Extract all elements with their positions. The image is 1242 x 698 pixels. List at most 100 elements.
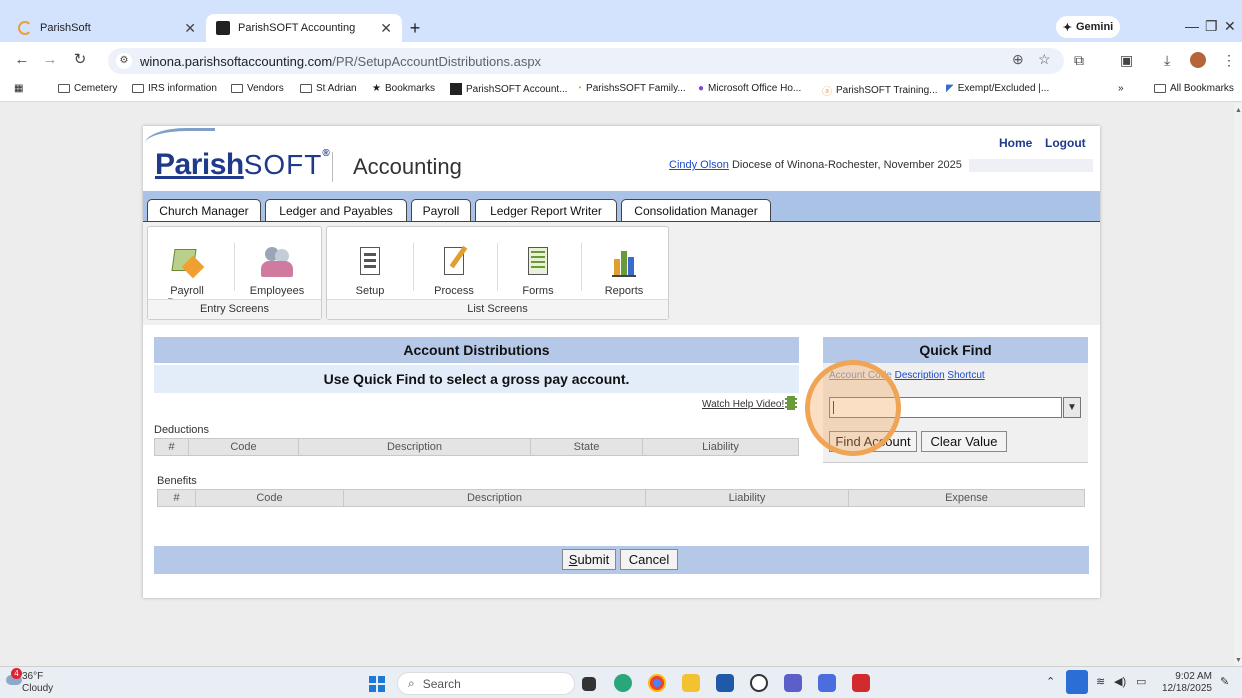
page-scrollbar[interactable]: ▲ ▼ xyxy=(1234,103,1242,666)
employees-button[interactable]: Employees xyxy=(242,245,312,305)
close-tab-icon[interactable]: ✕ xyxy=(184,20,196,37)
apps-grid-icon[interactable]: ▦ xyxy=(14,83,23,94)
file-explorer-icon[interactable] xyxy=(682,674,700,692)
payroll-process-button[interactable]: Payroll Process xyxy=(152,245,222,309)
description-link[interactable]: Description xyxy=(895,370,945,381)
battery-icon[interactable]: ▭ xyxy=(1136,675,1146,688)
bookmark-cemetery[interactable]: Cemetery xyxy=(58,83,117,94)
forms-button[interactable]: Forms xyxy=(503,245,573,305)
restore-icon[interactable]: ❐ xyxy=(1205,18,1218,35)
forward-icon[interactable]: → xyxy=(40,50,60,70)
parishsoft-icon xyxy=(450,83,462,95)
scroll-up-icon[interactable]: ▲ xyxy=(1235,107,1242,114)
browser-tab-accounting[interactable]: ParishSOFT Accounting ✕ xyxy=(206,14,402,42)
reload-icon[interactable]: ↻ xyxy=(70,50,90,70)
close-window-icon[interactable]: ✕ xyxy=(1224,18,1236,35)
clock[interactable]: 9:02 AM 12/18/2025 xyxy=(1160,671,1212,695)
tab-search-icon[interactable]: ▣ xyxy=(1120,52,1133,69)
address-bar[interactable]: ⚙ winona.parishsoftaccounting.com /PR/Se… xyxy=(108,48,1064,74)
cancel-button[interactable]: Cancel xyxy=(620,549,678,570)
windows-start-icon[interactable] xyxy=(369,676,385,692)
clock-date: 12/18/2025 xyxy=(1161,683,1212,694)
deductions-table-header: # Code Description State Liability xyxy=(154,438,799,456)
bookmark-microsoft-office[interactable]: ● Microsoft Office Ho... xyxy=(698,83,801,94)
bookmark-st-adrian[interactable]: St Adrian xyxy=(300,83,357,94)
store-icon[interactable] xyxy=(716,674,734,692)
close-tab-icon[interactable]: ✕ xyxy=(380,20,392,37)
shortcut-link[interactable]: Shortcut xyxy=(947,370,984,381)
bookmark-label: ParishsSOFT Family... xyxy=(586,83,686,94)
browser-tab-parishsoft[interactable]: ParishSoft ✕ xyxy=(8,14,206,42)
bookmark-label: ParishSOFT Account... xyxy=(466,83,568,95)
user-name-link[interactable]: Cindy Olson xyxy=(669,159,729,171)
bookmark-bookmarks[interactable]: ★ Bookmarks xyxy=(372,83,435,94)
task-view-icon[interactable] xyxy=(582,677,596,691)
bookmark-exempt-excluded[interactable]: ◤ Exempt/Excluded |... xyxy=(946,83,1049,94)
column-header: Expense xyxy=(945,492,988,504)
extensions-icon[interactable]: ⧉ xyxy=(1074,52,1084,69)
zoom-icon[interactable]: ⊕ xyxy=(1012,51,1024,68)
module-tab-strip: Church Manager Ledger and Payables Payro… xyxy=(143,191,1100,221)
dropdown-arrow-icon[interactable]: ▼ xyxy=(1063,397,1081,418)
bookmark-parishsoft-accounting[interactable]: ParishSOFT Account... xyxy=(450,83,568,95)
bookmark-all-bookmarks[interactable]: All Bookmarks xyxy=(1154,83,1234,94)
weather-temp: 36°F xyxy=(22,671,44,682)
bookmark-irs-information[interactable]: IRS information xyxy=(132,83,217,94)
video-film-icon[interactable] xyxy=(785,396,797,410)
watch-help-video-link[interactable]: Watch Help Video! xyxy=(702,399,784,410)
minimize-icon[interactable]: — xyxy=(1185,18,1199,34)
new-tab-icon[interactable]: + xyxy=(404,18,426,40)
tab-consolidation-manager[interactable]: Consolidation Manager xyxy=(621,199,771,221)
bookmark-parishsoft-training[interactable]: ⓐ ParishSOFT Training... xyxy=(822,83,938,98)
bookmark-vendors[interactable]: Vendors xyxy=(231,83,284,94)
volume-icon[interactable]: ◀) xyxy=(1114,675,1126,688)
column-header: Liability xyxy=(702,441,739,453)
bookmark-parishsoft-family[interactable]: ◔ ParishsSOFT Family... xyxy=(576,83,686,94)
site-info-icon[interactable]: ⚙ xyxy=(116,53,132,69)
logout-link[interactable]: Logout xyxy=(1045,136,1086,150)
submit-label: ubmit xyxy=(577,552,610,567)
submit-button[interactable]: Submit xyxy=(562,549,616,570)
setup-icon xyxy=(352,245,388,279)
instruction-text: Use Quick Find to select a gross pay acc… xyxy=(154,365,799,393)
clear-value-button[interactable]: Clear Value xyxy=(921,431,1007,452)
list-screens-group: Setup Process Forms Reports List Screens xyxy=(326,226,669,320)
chrome-icon[interactable] xyxy=(648,674,666,692)
menu-kebab-icon[interactable]: ⋮ xyxy=(1222,52,1236,69)
more-bookmarks-icon[interactable]: » xyxy=(1118,83,1124,94)
chat-icon[interactable] xyxy=(818,674,836,692)
more-label: » xyxy=(1118,83,1124,94)
tab-payroll[interactable]: Payroll xyxy=(411,199,471,221)
download-icon[interactable]: ⤓ xyxy=(1164,52,1170,69)
profile-avatar[interactable] xyxy=(1190,52,1206,68)
back-icon[interactable]: ← xyxy=(12,50,32,70)
forms-icon xyxy=(520,245,556,279)
notifications-icon[interactable]: ✎ xyxy=(1220,675,1229,688)
tab-church-manager[interactable]: Church Manager xyxy=(147,199,261,221)
setup-button[interactable]: Setup xyxy=(335,245,405,305)
tab-ledger-and-payables[interactable]: Ledger and Payables xyxy=(265,199,407,221)
scroll-down-icon[interactable]: ▼ xyxy=(1235,657,1242,664)
gemini-button[interactable]: ✦ Gemini xyxy=(1056,16,1120,38)
tab-title: ParishSOFT Accounting xyxy=(238,22,356,34)
reports-button[interactable]: Reports xyxy=(589,245,659,305)
acrobat-icon[interactable] xyxy=(852,674,870,692)
folder-icon xyxy=(58,84,70,93)
home-link[interactable]: Home xyxy=(999,136,1032,150)
bookmark-label: St Adrian xyxy=(316,83,357,94)
window-titlebar xyxy=(0,0,1242,10)
entry-screens-group: Payroll Process Employees Entry Screens xyxy=(147,226,322,320)
training-icon: ⓐ xyxy=(822,87,832,98)
bookmark-star-icon[interactable]: ☆ xyxy=(1038,51,1051,68)
tab-ledger-report-writer[interactable]: Ledger Report Writer xyxy=(475,199,617,221)
dell-icon[interactable] xyxy=(750,674,768,692)
tray-overflow-icon[interactable]: ⌃ xyxy=(1046,675,1055,688)
teams-icon[interactable] xyxy=(784,674,802,692)
taskbar-search[interactable]: ⌕ Search xyxy=(397,672,575,695)
edge-icon[interactable] xyxy=(614,674,632,692)
process-button[interactable]: Process xyxy=(419,245,489,305)
wifi-icon[interactable]: ≋ xyxy=(1096,675,1105,688)
microphone-icon[interactable] xyxy=(1066,670,1088,694)
weather-widget[interactable]: 4 36°F Cloudy xyxy=(6,668,53,695)
account-distributions-title: Account Distributions xyxy=(154,337,799,363)
